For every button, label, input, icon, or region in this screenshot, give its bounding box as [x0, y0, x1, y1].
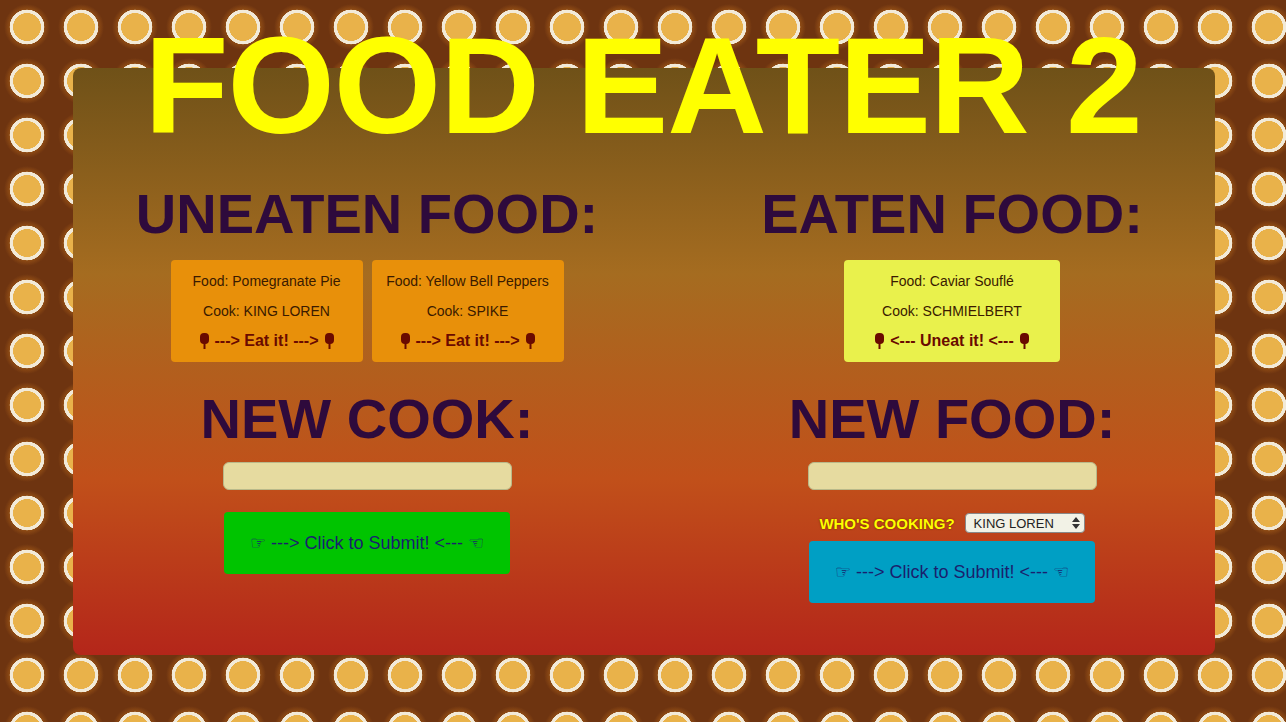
right-column: EATEN FOOD: Food: Caviar SoufléCook: SCHM… — [661, 186, 1215, 655]
left-column: UNEATEN FOOD:Food: Pomegranate PieCook: … — [73, 186, 661, 655]
cook-chooser: WHO'S COOKING? KING LOREN — [819, 513, 1084, 533]
cook-select[interactable]: KING LOREN — [965, 513, 1085, 533]
dropdown-arrows-icon — [1072, 517, 1080, 529]
new-food-input[interactable] — [808, 462, 1097, 490]
popsicle-icon — [1019, 332, 1030, 350]
app-title: FOOD EATER 2 — [0, 16, 1286, 154]
popsicle-icon — [874, 332, 885, 350]
uneaten-food-card: Food: Pomegranate PieCook: KING LOREN---… — [171, 260, 363, 362]
action-label: <--- Uneat it! <--- — [890, 326, 1014, 356]
new-food-heading: NEW FOOD: — [789, 391, 1116, 447]
food-name: Food: Yellow Bell Peppers — [382, 266, 554, 296]
cook-name: Cook: SCHMIELBERT — [854, 296, 1050, 326]
uneaten-food-card: Food: Yellow Bell PeppersCook: SPIKE--->… — [372, 260, 564, 362]
submit-cook-button[interactable]: ☞ ---> Click to Submit! <--- ☜ — [224, 512, 510, 574]
main-panel: UNEATEN FOOD:Food: Pomegranate PieCook: … — [73, 68, 1215, 655]
uneaten-heading: UNEATEN FOOD: — [136, 186, 599, 242]
cook-name: Cook: SPIKE — [382, 296, 554, 326]
popsicle-icon — [199, 332, 210, 350]
uneaten-food-list: Food: Pomegranate PieCook: KING LOREN---… — [171, 260, 564, 362]
uneat-button[interactable]: <--- Uneat it! <--- — [854, 326, 1050, 356]
cook-name: Cook: KING LOREN — [181, 296, 353, 326]
submit-food-button[interactable]: ☞ ---> Click to Submit! <--- ☜ — [809, 541, 1095, 603]
eat-button[interactable]: ---> Eat it! ---> — [181, 326, 353, 356]
new-cook-heading: NEW COOK: — [201, 391, 534, 447]
cook-chooser-label: WHO'S COOKING? — [819, 515, 954, 532]
popsicle-icon — [400, 332, 411, 350]
popsicle-icon — [324, 332, 335, 350]
eat-button[interactable]: ---> Eat it! ---> — [382, 326, 554, 356]
action-label: ---> Eat it! ---> — [416, 326, 520, 356]
food-name: Food: Caviar Souflé — [854, 266, 1050, 296]
cook-select-value: KING LOREN — [974, 516, 1054, 531]
eaten-heading: EATEN FOOD: — [761, 186, 1143, 242]
eaten-food-card: Food: Caviar SoufléCook: SCHMIELBERT<---… — [844, 260, 1060, 362]
action-label: ---> Eat it! ---> — [215, 326, 319, 356]
eaten-food-list: Food: Caviar SoufléCook: SCHMIELBERT<---… — [844, 260, 1060, 362]
new-cook-input[interactable] — [223, 462, 512, 490]
food-name: Food: Pomegranate Pie — [181, 266, 353, 296]
popsicle-icon — [525, 332, 536, 350]
